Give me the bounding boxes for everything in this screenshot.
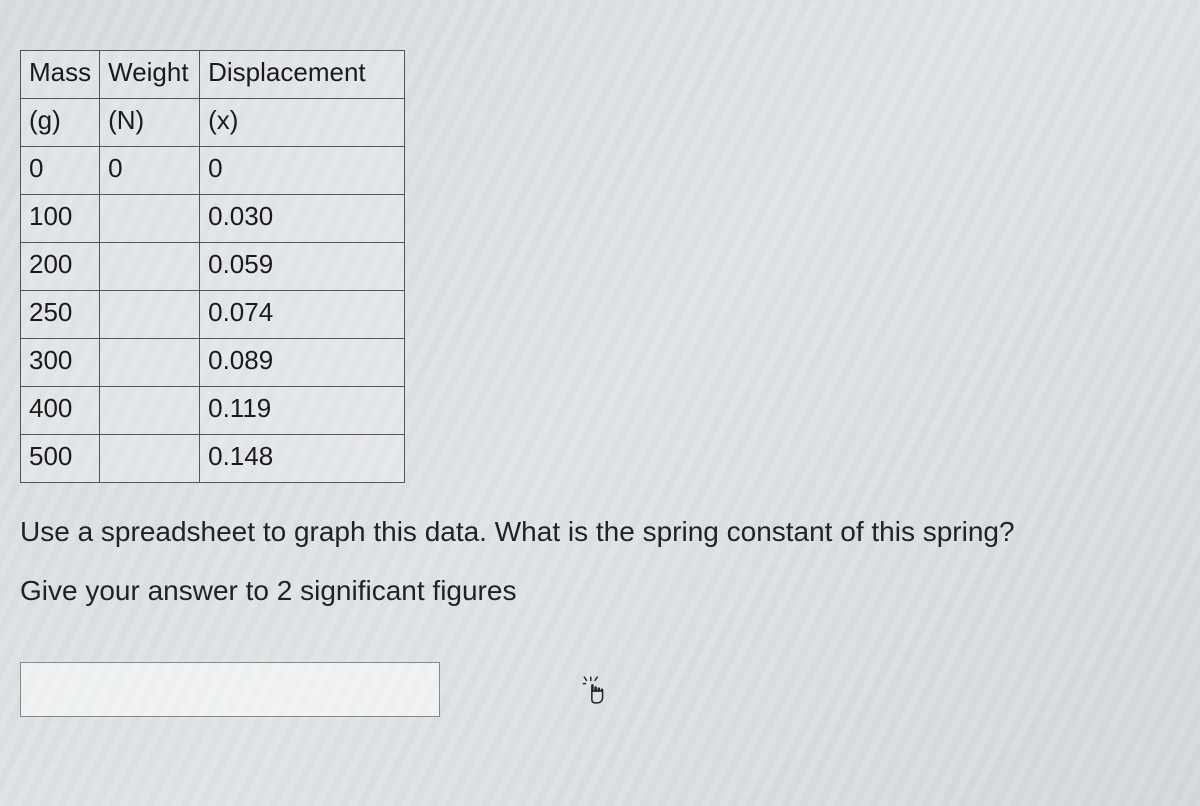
cell-weight <box>100 243 200 291</box>
cell-weight <box>100 339 200 387</box>
cell-disp: 0.074 <box>200 291 405 339</box>
cell-mass: 250 <box>21 291 100 339</box>
question-text: Use a spreadsheet to graph this data. Wh… <box>20 511 1180 553</box>
header-weight-unit: (N) <box>100 99 200 147</box>
table-row: 500 0.148 <box>21 435 405 483</box>
table-row: 100 0.030 <box>21 195 405 243</box>
header-mass-unit: (g) <box>21 99 100 147</box>
table-row: 250 0.074 <box>21 291 405 339</box>
data-table: Mass Weight Displacement (g) (N) (x) 0 0… <box>20 50 405 483</box>
header-disp-unit: (x) <box>200 99 405 147</box>
cell-disp: 0.119 <box>200 387 405 435</box>
cell-weight <box>100 435 200 483</box>
cell-disp: 0.148 <box>200 435 405 483</box>
cell-mass: 0 <box>21 147 100 195</box>
header-weight: Weight <box>100 51 200 99</box>
cell-weight <box>100 195 200 243</box>
table-row: 0 0 0 <box>21 147 405 195</box>
cell-weight <box>100 291 200 339</box>
answer-input[interactable] <box>20 662 440 717</box>
pointer-cursor-icon <box>580 675 608 705</box>
cell-weight <box>100 387 200 435</box>
cell-mass: 100 <box>21 195 100 243</box>
cell-disp: 0.059 <box>200 243 405 291</box>
header-mass: Mass <box>21 51 100 99</box>
cell-weight: 0 <box>100 147 200 195</box>
cell-disp: 0.089 <box>200 339 405 387</box>
cell-mass: 300 <box>21 339 100 387</box>
cell-disp: 0.030 <box>200 195 405 243</box>
cell-mass: 400 <box>21 387 100 435</box>
header-displacement: Displacement <box>200 51 405 99</box>
table-row: 200 0.059 <box>21 243 405 291</box>
cell-disp: 0 <box>200 147 405 195</box>
cell-mass: 200 <box>21 243 100 291</box>
instruction-text: Give your answer to 2 significant figure… <box>20 575 1180 607</box>
cell-mass: 500 <box>21 435 100 483</box>
table-row: 400 0.119 <box>21 387 405 435</box>
table-row: 300 0.089 <box>21 339 405 387</box>
